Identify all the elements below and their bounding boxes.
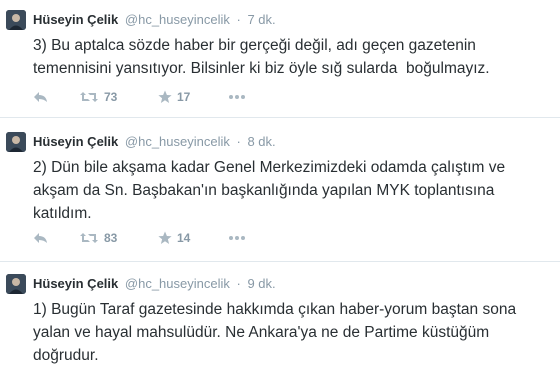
tweet-divider (0, 261, 560, 262)
tweet-time[interactable]: 8 dk. (247, 134, 275, 149)
favorite-button[interactable]: 14 (158, 230, 190, 246)
favorite-icon (158, 90, 172, 103)
more-icon (229, 236, 245, 240)
tweet-time[interactable]: 9 dk. (247, 276, 275, 291)
tweet-text: 3) Bu aptalca sözde haber bir gerçeği de… (33, 37, 490, 77)
retweet-icon (80, 233, 98, 243)
user-name[interactable]: Hüseyin Çelik (33, 134, 118, 149)
reply-icon (34, 92, 47, 102)
avatar[interactable] (6, 132, 26, 152)
user-handle[interactable]: @hc_huseyincelik (125, 134, 230, 149)
meta-separator: · (236, 276, 241, 291)
favorite-count: 14 (177, 231, 191, 245)
tweet-time[interactable]: 7 dk. (247, 12, 275, 27)
retweet-count: 83 (104, 231, 118, 245)
reply-icon (34, 233, 47, 243)
user-name[interactable]: Hüseyin Çelik (33, 276, 118, 291)
more-icon (229, 95, 245, 99)
favorite-icon (158, 231, 172, 244)
more-button[interactable] (228, 230, 246, 246)
user-handle[interactable]: @hc_huseyincelik (125, 12, 230, 27)
tweet-text: 1) Bugün Taraf gazetesinde hakkımda çıka… (33, 301, 521, 364)
retweet-icon (80, 92, 98, 102)
reply-button[interactable] (33, 89, 48, 105)
avatar[interactable] (6, 10, 26, 30)
user-name[interactable]: Hüseyin Çelik (33, 12, 118, 27)
avatar[interactable] (6, 274, 26, 294)
more-button[interactable] (228, 89, 246, 105)
retweet-button[interactable]: 73 (79, 89, 117, 105)
retweet-count: 73 (104, 90, 118, 104)
meta-separator: · (236, 12, 241, 27)
tweet-divider (0, 117, 560, 118)
favorite-button[interactable]: 17 (158, 89, 190, 105)
user-handle[interactable]: @hc_huseyincelik (125, 276, 230, 291)
meta-separator: · (236, 134, 241, 149)
favorite-count: 17 (177, 90, 191, 104)
reply-button[interactable] (33, 230, 48, 246)
tweet-text: 2) Dün bile akşama kadar Genel Merkezimi… (33, 159, 510, 222)
retweet-button[interactable]: 83 (79, 230, 117, 246)
